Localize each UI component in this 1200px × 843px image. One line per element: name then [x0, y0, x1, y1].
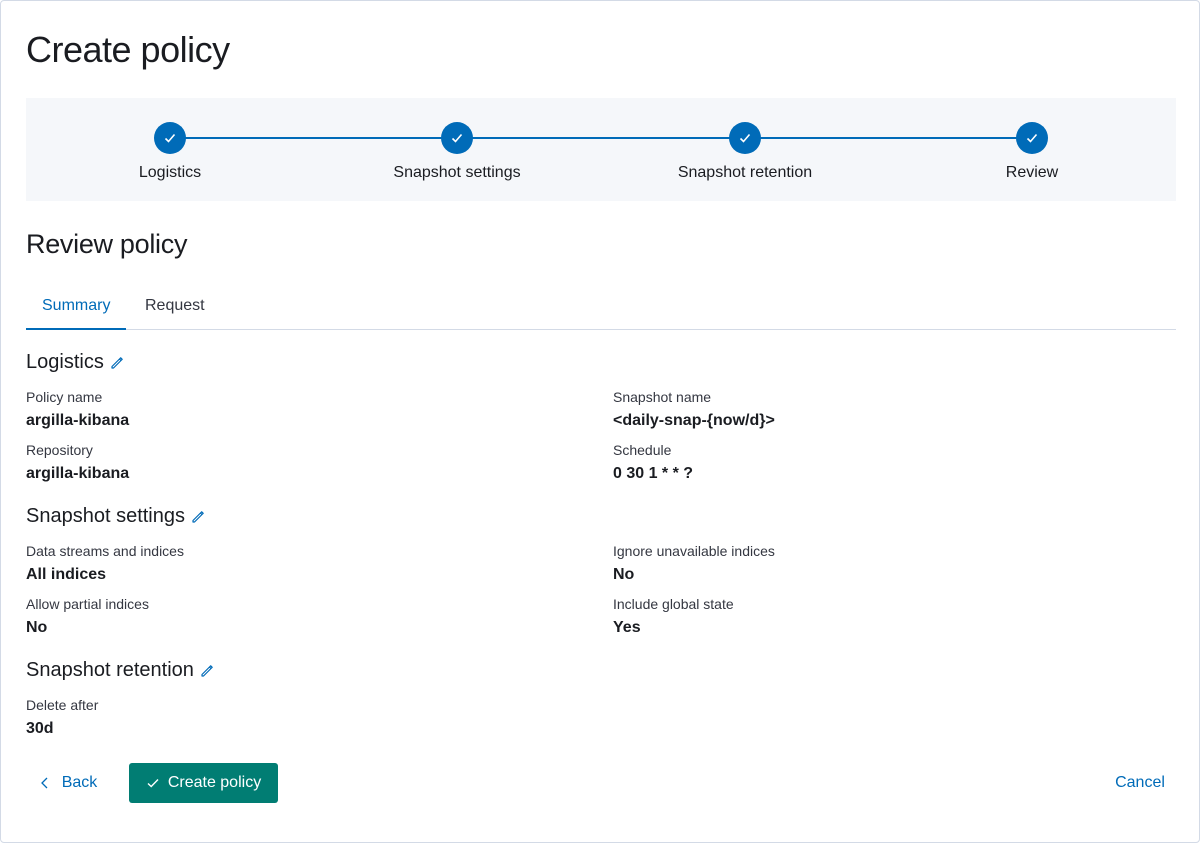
field-value: argilla-kibana: [26, 465, 130, 482]
step-complete-icon: [441, 122, 473, 154]
tab-summary[interactable]: Summary: [26, 289, 127, 330]
review-title: Review policy: [26, 229, 188, 259]
page-frame: Create policy Logistics Snapshot setting…: [0, 0, 1200, 843]
step-label: Snapshot retention: [677, 164, 813, 181]
pencil-icon: [201, 664, 213, 677]
step-snapshot-settings[interactable]: Snapshot settings: [337, 122, 577, 182]
step-complete-icon: [729, 122, 761, 154]
cancel-button[interactable]: Cancel: [1105, 763, 1175, 803]
step-label: Snapshot settings: [393, 164, 521, 181]
indices-field: Data streams and indices All indices: [26, 543, 184, 584]
field-value: All indices: [26, 566, 107, 583]
field-label: Data streams and indices: [26, 543, 184, 559]
policy-name-field: Policy name argilla-kibana: [26, 389, 129, 430]
page-title: Create policy: [26, 29, 230, 70]
step-complete-icon: [154, 122, 186, 154]
field-label: Policy name: [26, 389, 103, 405]
step-label: Review: [1005, 164, 1059, 181]
edit-snapshot-retention-icon[interactable]: [199, 663, 215, 679]
repository-field: Repository argilla-kibana: [26, 442, 129, 483]
logistics-title: Logistics: [26, 351, 104, 373]
field-value: argilla-kibana: [26, 412, 130, 429]
check-icon: [739, 133, 751, 143]
review-tabs: Summary Request: [26, 289, 1176, 330]
field-label: Repository: [26, 442, 93, 458]
field-value: No: [613, 566, 635, 583]
ignore-unavailable-field: Ignore unavailable indices No: [613, 543, 775, 584]
field-label: Delete after: [26, 697, 99, 713]
check-icon: [147, 779, 159, 788]
field-value: No: [26, 619, 48, 636]
step-logistics[interactable]: Logistics: [50, 122, 290, 182]
back-label: Back: [61, 774, 98, 791]
field-value: <daily-snap-{now/d}>: [613, 412, 775, 429]
logistics-heading: Logistics: [26, 351, 125, 374]
snapshot-settings-heading: Snapshot settings: [26, 505, 206, 528]
partial-indices-field: Allow partial indices No: [26, 596, 149, 637]
edit-snapshot-settings-icon[interactable]: [190, 509, 206, 525]
stepper: Logistics Snapshot settings Snapshot ret…: [26, 98, 1176, 201]
field-label: Include global state: [613, 596, 734, 612]
global-state-field: Include global state Yes: [613, 596, 734, 637]
snapshot-settings-title: Snapshot settings: [26, 505, 185, 527]
field-label: Allow partial indices: [26, 596, 149, 612]
snapshot-retention-heading: Snapshot retention: [26, 659, 215, 682]
pencil-icon: [111, 356, 123, 369]
field-value: 30d: [26, 720, 54, 737]
check-icon: [1026, 133, 1038, 143]
step-label: Logistics: [138, 164, 202, 181]
create-policy-label: Create policy: [167, 774, 262, 791]
field-label: Ignore unavailable indices: [613, 543, 775, 559]
check-icon: [451, 133, 463, 143]
delete-after-field: Delete after 30d: [26, 697, 98, 738]
schedule-field: Schedule 0 30 1 * * ?: [613, 442, 693, 483]
snapshot-retention-title: Snapshot retention: [26, 659, 194, 681]
field-value: 0 30 1 * * ?: [613, 465, 694, 482]
step-review[interactable]: Review: [912, 122, 1152, 182]
step-snapshot-retention[interactable]: Snapshot retention: [625, 122, 865, 182]
pencil-icon: [192, 510, 204, 523]
step-complete-icon: [1016, 122, 1048, 154]
back-button[interactable]: Back: [26, 763, 111, 803]
tab-request[interactable]: Request: [129, 289, 221, 330]
check-icon: [164, 133, 176, 143]
field-label: Schedule: [613, 442, 672, 458]
create-policy-button[interactable]: Create policy: [129, 763, 278, 803]
snapshot-name-field: Snapshot name <daily-snap-{now/d}>: [613, 389, 775, 430]
field-value: Yes: [613, 619, 641, 636]
edit-logistics-icon[interactable]: [109, 355, 125, 371]
field-label: Snapshot name: [613, 389, 712, 405]
chevron-left-icon: [40, 777, 48, 789]
